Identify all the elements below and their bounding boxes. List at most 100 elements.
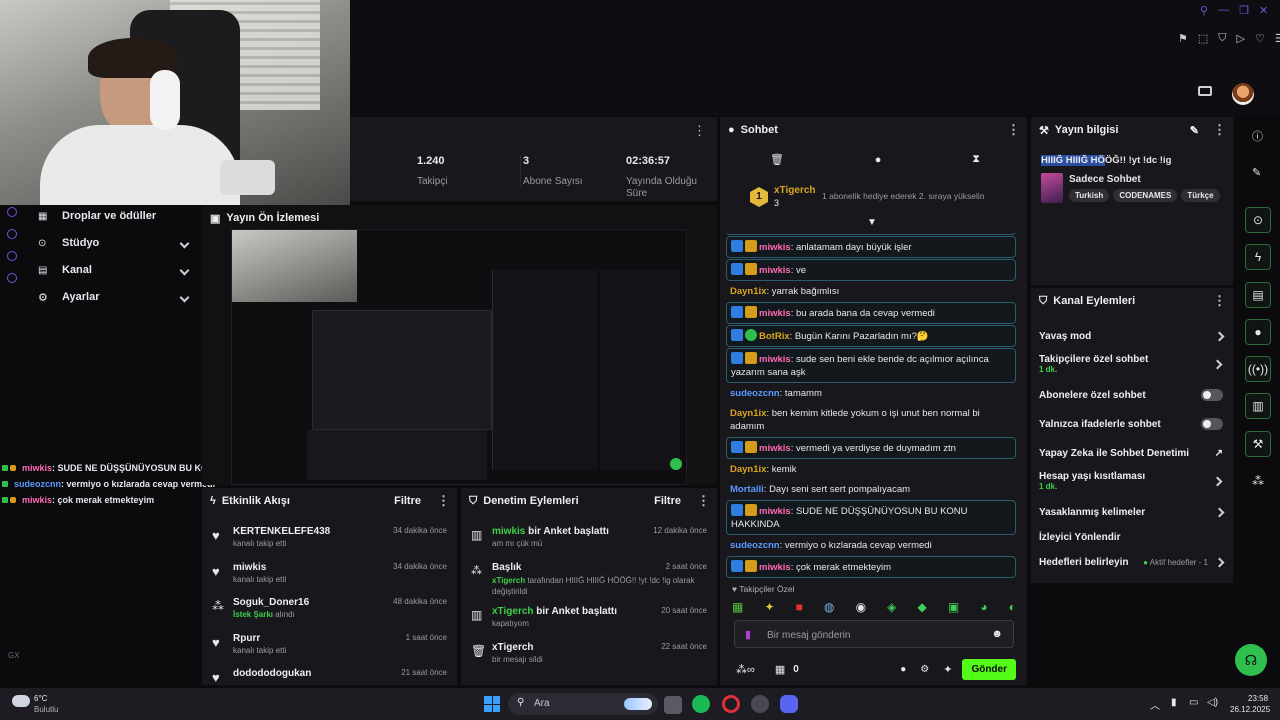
rail-icon[interactable] <box>7 273 17 283</box>
pin-icon[interactable]: ⚑ <box>1178 32 1188 45</box>
tag[interactable]: CODENAMES <box>1113 189 1178 202</box>
chat-username[interactable]: sudeozcnn <box>730 388 780 399</box>
chat-username[interactable]: Dayn1ix <box>730 408 766 419</box>
chat-bubble-icon[interactable]: ● <box>1245 319 1271 345</box>
chat-message[interactable]: miwkis: ve <box>726 259 1016 281</box>
chat-message[interactable]: BotRix: Bugün Karını Pazarladın mı?🤔 <box>726 325 1016 347</box>
emoji-icon[interactable]: ☻ <box>991 628 1003 640</box>
subscribers-only-toggle[interactable] <box>1201 389 1223 401</box>
chat-message[interactable]: Dayn1ix: kemik <box>726 460 1016 479</box>
chat-message[interactable]: miwkis: bu arada bana da cevap vermedi <box>726 302 1016 324</box>
emote[interactable]: ✦ <box>764 600 774 614</box>
shield-icon[interactable]: ⛉ <box>1218 32 1226 45</box>
category-name[interactable]: Sadece Sohbet <box>1069 174 1141 185</box>
taskbar-search[interactable]: ⚲ Ara <box>508 693 658 715</box>
gift-icon[interactable]: ▦ <box>775 663 785 676</box>
close-icon[interactable]: ✕ <box>1259 4 1268 20</box>
sidebar-item-channel[interactable]: ▤ Kanal <box>38 262 190 278</box>
chat-message[interactable]: miwkis: vermedi ya verdiyse de duymadım … <box>726 437 1016 459</box>
chat-message[interactable]: Dayn1ix: ben kemim kitlede yokum o işi u… <box>726 404 1016 436</box>
ticket-icon[interactable] <box>1198 86 1212 96</box>
gear-icon[interactable]: ⚙ <box>920 664 929 675</box>
action-subscribers-only[interactable]: Abonelere özel sohbet <box>1039 389 1223 401</box>
maximize-icon[interactable]: ❐ <box>1239 4 1249 20</box>
volume-icon[interactable]: ◁) <box>1207 697 1218 708</box>
chat-username[interactable]: sudeozcnn <box>730 540 780 551</box>
chat-username[interactable]: miwkis <box>759 506 791 517</box>
chat-username[interactable]: miwkis <box>759 308 791 319</box>
chat-username[interactable]: miwkis <box>759 242 791 253</box>
activity-item[interactable]: ♥ dodododogukan 21 saat önce <box>212 668 447 685</box>
action-ai-moderation[interactable]: Yapay Zeka ile Sohbet Denetimi ↗ <box>1039 447 1223 459</box>
screenshot-icon[interactable]: ⬚ <box>1198 32 1208 45</box>
app-icon[interactable] <box>751 695 769 713</box>
opera-gx-icon[interactable] <box>722 695 740 713</box>
moderation-item[interactable]: 🗑 xTigerch bir mesajı sildi 22 saat önce <box>471 642 707 676</box>
chat-message[interactable]: sudeozcnn: vermiyo o kızlarada cevap ver… <box>726 536 1016 555</box>
activity-item[interactable]: ♥ KERTENKELEFE438 kanalı takip etti 34 d… <box>212 526 447 560</box>
play-icon[interactable]: ▷ <box>1237 32 1245 45</box>
wrench-icon[interactable]: ⚒ <box>1245 431 1271 457</box>
chat-message[interactable]: miwkis: sude sen beni ekle bende dc açıl… <box>726 348 1016 383</box>
action-account-age[interactable]: Hesap yaşı kısıtlaması 1 dk. <box>1039 471 1223 495</box>
tag[interactable]: Türkçe <box>1181 189 1220 202</box>
clock-time[interactable]: 23:58 <box>1248 694 1268 703</box>
activity-menu-icon[interactable]: ⋮ <box>437 493 450 509</box>
chat-username[interactable]: Dayn1ix <box>730 464 766 475</box>
moderation-item[interactable]: ▥ miwkis bir Anket başlattı am mı çük mü… <box>471 526 707 560</box>
puzzle-icon[interactable]: ✦ <box>943 663 952 676</box>
emote[interactable]: ▣ <box>948 600 959 614</box>
moderation-filter-button[interactable]: Filtre <box>654 495 681 507</box>
chat-input[interactable]: ▮ Bir mesaj gönderin ☻ <box>734 620 1014 648</box>
sidebar-item-studio[interactable]: ⊙ Stüdyo <box>38 235 190 251</box>
activity-item[interactable]: ♥ Rpurr kanalı takip etti 1 saat önce <box>212 633 447 667</box>
action-slow-mode[interactable]: Yavaş mod <box>1039 330 1225 342</box>
chat-message[interactable]: miwkis: çok merak etmekteyim <box>726 556 1016 578</box>
action-emote-only[interactable]: Yalnızca ifadelerle sohbet <box>1039 418 1223 430</box>
sidebar-item-drops[interactable]: ▦ Droplar ve ödüller <box>38 208 188 224</box>
broadcast-icon[interactable]: ((•)) <box>1245 356 1271 382</box>
chat-message[interactable]: miwkis: ŞUA N <box>726 233 1016 235</box>
info-icon[interactable]: ⓘ <box>1252 128 1263 144</box>
menu-icon[interactable]: ☰ <box>1275 32 1280 45</box>
emote[interactable]: ■ <box>796 600 803 614</box>
layout-icon[interactable]: ▥ <box>1245 393 1271 419</box>
emote[interactable]: ◉ <box>856 600 866 614</box>
action-followers-only[interactable]: Takipçilere özel sohbet 1 dk. <box>1039 354 1223 378</box>
notes-icon[interactable]: ▤ <box>1245 282 1271 308</box>
mic-icon[interactable]: ▮ <box>1171 697 1177 708</box>
emote[interactable]: ◆ <box>918 600 927 614</box>
channel-points-icon[interactable]: ⁂ <box>1252 474 1264 488</box>
moderation-item[interactable]: ▥ xTigerch bir Anket başlattı kapatıyom … <box>471 606 707 640</box>
chat-settings-icon[interactable]: ● <box>875 154 882 166</box>
rail-icon[interactable] <box>7 229 17 239</box>
task-view-icon[interactable] <box>664 696 682 714</box>
chat-username[interactable]: BotRix <box>759 331 790 342</box>
chat-username[interactable]: Mortalli <box>730 484 764 495</box>
chat-message[interactable]: Dayn1ix: yarrak bağımlısı <box>726 282 1016 301</box>
search-icon[interactable]: ⚲ <box>1200 4 1208 20</box>
action-goals[interactable]: Hedefleri belirleyin ● Aktif hedefler - … <box>1039 556 1225 568</box>
chat-message[interactable]: sudeozcnn: tamamm <box>726 384 1016 403</box>
moderation-item[interactable]: ⁂ Başlık xTigerch tarafından HIIIĞ HIIIĞ… <box>471 562 707 604</box>
moderation-menu-icon[interactable]: ⋮ <box>697 493 710 509</box>
chat-message[interactable]: Mortalli: Dayı seni sert sert pompalıyac… <box>726 480 1016 499</box>
avatar[interactable] <box>1232 83 1254 105</box>
activity-filter-button[interactable]: Filtre <box>394 495 421 507</box>
hourglass-icon[interactable]: ⧗ <box>972 153 980 166</box>
pencil-icon[interactable]: ✎ <box>1190 124 1199 137</box>
pencil-icon[interactable]: ✎ <box>1252 166 1261 179</box>
chat-username[interactable]: Dayn1ix <box>730 286 766 297</box>
heart-icon[interactable]: ♡ <box>1255 32 1265 45</box>
action-raid[interactable]: İzleyici Yönlendir <box>1039 531 1223 543</box>
chat-username[interactable]: miwkis <box>759 354 791 365</box>
preview-video[interactable] <box>231 229 687 485</box>
stats-menu-icon[interactable]: ⋮ <box>693 123 706 139</box>
weather-temp[interactable]: 6°C <box>34 694 47 703</box>
chat-scroll-down-icon[interactable]: ▼ <box>867 217 877 228</box>
tray-chevron-up-icon[interactable]: ︿ <box>1150 697 1160 712</box>
activity-item[interactable]: ♥ miwkis kanalı takip etti 34 dakika önc… <box>212 562 447 596</box>
spotify-icon[interactable] <box>692 695 710 713</box>
chat-message[interactable]: miwkis: SUDE NE DÜŞŞÜNÜYOSUN BU KONU HAK… <box>726 500 1016 535</box>
mic-icon[interactable]: ▮ <box>745 628 751 641</box>
